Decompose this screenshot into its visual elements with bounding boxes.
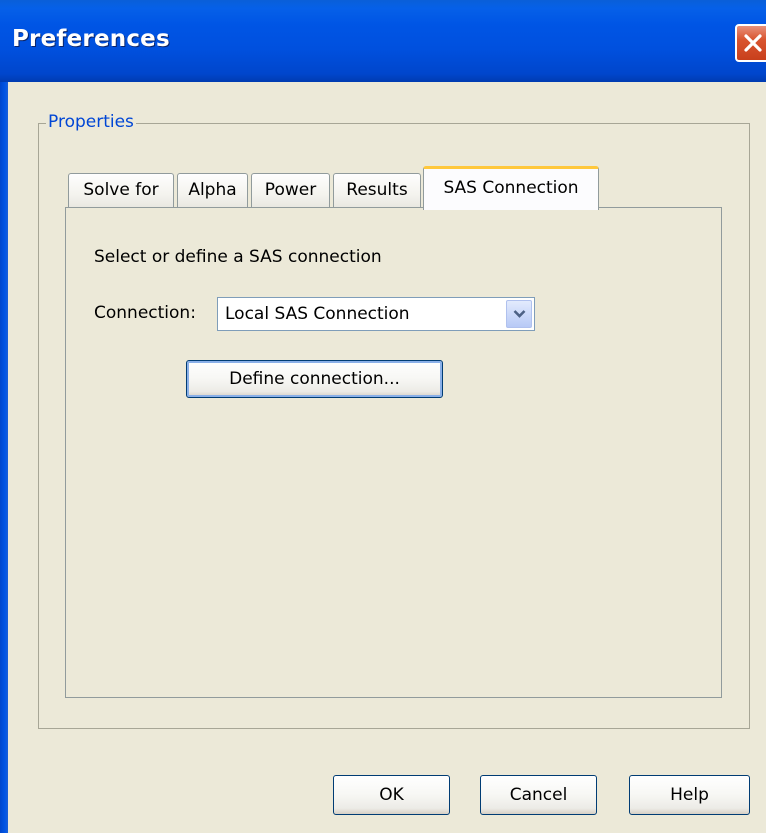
close-button[interactable]	[735, 24, 766, 62]
connection-dropdown-button[interactable]	[506, 300, 532, 328]
preferences-dialog: Preferences Properties Solve for Alpha P…	[0, 0, 766, 833]
tab-alpha[interactable]: Alpha	[177, 173, 248, 208]
title-bar[interactable]: Preferences	[0, 0, 766, 82]
tab-solve-for[interactable]: Solve for	[68, 173, 174, 208]
cancel-button[interactable]: Cancel	[480, 775, 597, 815]
connection-select[interactable]: Local SAS Connection	[217, 297, 535, 331]
tab-sas-connection[interactable]: SAS Connection	[423, 166, 599, 210]
window-title: Preferences	[12, 26, 170, 52]
help-button[interactable]: Help	[629, 775, 750, 815]
window-frame-left	[0, 82, 8, 833]
tab-power[interactable]: Power	[251, 173, 330, 208]
properties-group-legend: Properties	[46, 112, 136, 132]
close-icon	[744, 34, 762, 52]
sas-connection-panel: Select or define a SAS connection Connec…	[65, 207, 722, 698]
instruction-text: Select or define a SAS connection	[94, 247, 382, 267]
tab-results[interactable]: Results	[333, 173, 421, 208]
chevron-down-icon	[513, 310, 526, 318]
connection-label: Connection:	[94, 303, 196, 323]
connection-select-value: Local SAS Connection	[225, 304, 410, 324]
ok-button[interactable]: OK	[333, 775, 450, 815]
define-connection-button[interactable]: Define connection...	[186, 360, 443, 398]
